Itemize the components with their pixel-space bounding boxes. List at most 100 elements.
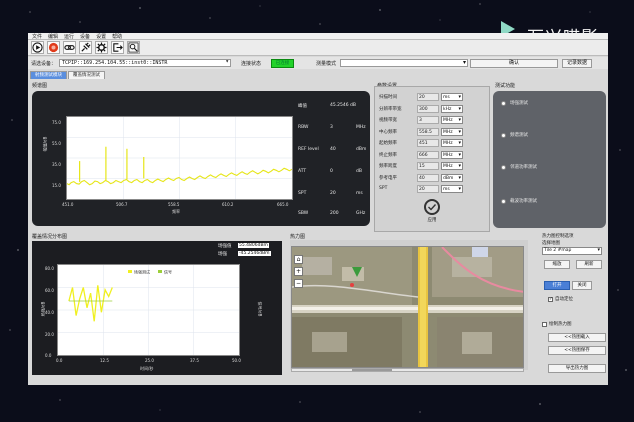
- mode-select[interactable]: [340, 59, 469, 67]
- map-scrollbar-thumb[interactable]: [352, 369, 392, 371]
- param-value-input[interactable]: 15: [417, 162, 439, 170]
- coverage-ytick-3: 20.0: [45, 332, 54, 337]
- params-panel: 扫描时间20ms分辨率带宽300kHz视频带宽3MHz中心频率558.5MHz起…: [374, 86, 490, 232]
- spectrum-ytick-2: 35.0: [52, 162, 61, 167]
- device-select[interactable]: TCPIP::169.254.104.55::inst0::INSTR: [59, 59, 232, 67]
- param-unit-select[interactable]: MHz: [441, 150, 463, 159]
- mode-label: 测量模式: [316, 60, 337, 67]
- param-label: 分辨率带宽: [379, 106, 402, 112]
- map-zoom-out-icon[interactable]: −: [294, 279, 303, 288]
- menu-edit[interactable]: 编辑: [48, 33, 58, 40]
- spectrum-chart-area: 幅值/dB 75.0 55.0 35.0 15.0 451.0 506.7 55…: [32, 91, 370, 223]
- toolbar: [28, 40, 608, 56]
- map-zoom-button[interactable]: 缩放: [544, 260, 570, 269]
- readout-ref: REF level 40 dBm: [294, 147, 370, 157]
- map-view[interactable]: ⌂ + −: [291, 246, 524, 368]
- test-option-carrier[interactable]: 载波功率测试: [501, 198, 537, 204]
- map-select[interactable]: Tile 2 #map: [542, 247, 602, 255]
- heatmap-import-button[interactable]: <<热图载入: [548, 333, 606, 342]
- readout-unit: MHz: [356, 125, 366, 130]
- radio-icon: [501, 100, 506, 106]
- connect-button[interactable]: [79, 41, 92, 54]
- spectrum-xtick-0: 451.0: [62, 202, 74, 207]
- spectrum-ytick-3: 15.0: [52, 183, 61, 188]
- param-unit-select[interactable]: MHz: [441, 127, 463, 136]
- spectrum-xlabel: 频率: [172, 209, 180, 214]
- readout-key: 峰值: [298, 104, 307, 109]
- map-scrollbar[interactable]: [291, 368, 524, 372]
- map-zoom-in-icon[interactable]: +: [294, 267, 303, 276]
- plug-icon: [81, 42, 91, 52]
- param-value-input[interactable]: 40: [417, 173, 439, 182]
- param-unit-select[interactable]: ms: [441, 93, 463, 101]
- coverage-y2label: 信号/dB: [257, 301, 263, 317]
- coverage-readout-value1: 55.4806dBm: [238, 243, 269, 248]
- map-open-button[interactable]: 打开: [544, 281, 570, 290]
- readout-key: SPT: [298, 191, 307, 196]
- param-value-input[interactable]: 558.5: [417, 127, 439, 136]
- test-option-field-strength[interactable]: 场强测试: [501, 100, 528, 106]
- map-close-button[interactable]: 关闭: [572, 281, 592, 290]
- readout-att: ATT 0 dB: [294, 169, 370, 179]
- readout-peak: 峰值 45.2546 dB: [294, 103, 370, 113]
- spectrum-xtick-4: 665.0: [277, 202, 289, 207]
- readout-value: 0: [330, 169, 333, 174]
- settings-button[interactable]: [95, 41, 108, 54]
- menu-help[interactable]: 帮助: [112, 33, 122, 40]
- coverage-xlabel: 时间/秒: [140, 366, 154, 371]
- readout-key: REF level: [298, 147, 319, 152]
- map-refresh-button[interactable]: 刷新: [576, 260, 602, 269]
- apply-button[interactable]: 应用: [417, 199, 447, 227]
- param-label: 终止频率: [379, 152, 397, 158]
- param-value-input[interactable]: 300: [417, 104, 439, 113]
- coverage-xtick-3: 37.5: [190, 358, 199, 363]
- test-option-label: 邻道功率测试: [510, 165, 537, 170]
- param-value-input[interactable]: 20: [417, 185, 439, 193]
- record-icon: [48, 42, 59, 53]
- draw-heatmap-checkbox[interactable]: 绘制热力图: [542, 321, 572, 327]
- export-button[interactable]: [111, 41, 124, 54]
- record-data-button[interactable]: 记录数据: [562, 58, 593, 68]
- tab-coverage-test[interactable]: 覆盖情况测试: [68, 71, 105, 79]
- readout-value: 40: [330, 147, 336, 152]
- readout-spt: SPT 20 ms: [294, 191, 370, 201]
- record-button[interactable]: [47, 41, 60, 54]
- zoom-button[interactable]: [127, 41, 140, 54]
- menu-run[interactable]: 运行: [64, 33, 74, 40]
- param-value-input[interactable]: 666: [417, 150, 439, 159]
- radio-icon: [501, 198, 506, 204]
- param-unit-select[interactable]: dBm: [441, 173, 463, 182]
- tab-rf-test[interactable]: 射频测试模块: [30, 71, 67, 79]
- auto-locate-checkbox[interactable]: ✓ 自动定位: [548, 296, 573, 302]
- param-unit-select[interactable]: kHz: [441, 104, 463, 113]
- menu-bar: 文件 编辑 运行 设备 设置 帮助: [28, 33, 608, 40]
- menu-file[interactable]: 文件: [32, 33, 42, 40]
- map-group-title: 热力图: [290, 234, 306, 240]
- coverage-ytick-4: 0.0: [45, 353, 52, 358]
- param-unit-select[interactable]: MHz: [441, 116, 463, 124]
- test-option-adjacent[interactable]: 邻道功率测试: [501, 164, 537, 170]
- menu-settings[interactable]: 设置: [96, 33, 106, 40]
- param-value-input[interactable]: 20: [417, 93, 439, 101]
- status-badge: 已连接: [271, 58, 295, 68]
- param-value-input[interactable]: 3: [417, 116, 439, 124]
- coverage-xtick-1: 12.5: [100, 358, 109, 363]
- param-label: 起始频率: [379, 141, 397, 146]
- spectrum-xtick-3: 610.2: [222, 202, 234, 207]
- spectrum-readout: 峰值 45.2546 dB RBW 3 MHz REF level 40 dBm ATT 0…: [294, 91, 370, 223]
- param-label: SPT: [379, 186, 388, 191]
- test-option-spectrum[interactable]: 频谱测试: [501, 132, 528, 138]
- param-unit-select[interactable]: MHz: [441, 162, 463, 170]
- radio-icon: [501, 132, 506, 138]
- confirm-button[interactable]: 确认: [470, 58, 559, 68]
- menu-device[interactable]: 设备: [80, 33, 90, 40]
- param-value-input[interactable]: 451: [417, 139, 439, 147]
- param-unit-select[interactable]: MHz: [441, 139, 463, 147]
- heatmap-export-button[interactable]: 导出热力图: [548, 364, 606, 373]
- map-home-icon[interactable]: ⌂: [294, 255, 303, 264]
- heatmap-save-button[interactable]: <<热图保存: [548, 346, 606, 355]
- device-label: 请选设备：: [31, 60, 57, 67]
- link-button[interactable]: [63, 41, 76, 54]
- param-unit-select[interactable]: ms: [441, 185, 463, 193]
- run-button[interactable]: [31, 41, 44, 54]
